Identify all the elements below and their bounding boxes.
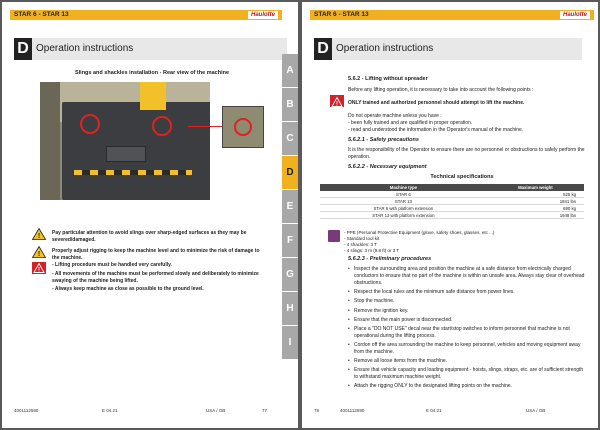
- warning-icon: !: [32, 246, 46, 258]
- shackle-highlight-right: [152, 116, 172, 136]
- procedures-list: Inspect the surrounding area and positio…: [348, 266, 588, 390]
- preliminary-procedures: 5.6.2.3 - Preliminary procedures Inspect…: [348, 256, 588, 393]
- brand-logo: Haulotte: [248, 11, 278, 19]
- section-letter: D: [14, 38, 32, 60]
- list-item: - Always keep machine as close as possib…: [52, 286, 204, 293]
- model-label: STAR 6 - STAR 13: [314, 11, 369, 18]
- svg-text:!: !: [38, 233, 40, 240]
- heading-5-6-2-3: 5.6.2.3 - Preliminary procedures: [348, 256, 432, 262]
- heading-5-6-2: 5.6.2 - Lifting without spreader: [348, 76, 428, 82]
- max-weight: 1948 lbs: [486, 211, 584, 219]
- list-item: Attach the rigging ONLY to the designate…: [348, 383, 588, 390]
- list-item: Ensure that the main power is disconnect…: [348, 317, 588, 324]
- equipment-list: - PPE (Personal Protective Equipment (gl…: [344, 230, 584, 254]
- svg-text:!: !: [336, 102, 338, 108]
- page-number: 77: [262, 408, 268, 413]
- machine-type: STAR 6 with platform extension: [320, 204, 487, 212]
- tab-f[interactable]: F: [282, 224, 298, 257]
- list-item: Respect the local rules and the minimum …: [348, 289, 588, 296]
- lifting-section: 5.6.2 - Lifting without spreader Before …: [348, 76, 588, 172]
- ppe-icon: [328, 230, 340, 242]
- lifting-rules: - Lifting procedure must be handled very…: [52, 262, 264, 295]
- list-item: - read and understood the information in…: [348, 126, 524, 133]
- section-title: Operation instructions: [32, 38, 287, 60]
- left-page: STAR 6 - STAR 13 Haulotte D Operation ins…: [2, 2, 298, 428]
- list-item: Remove all loose items from the machine.: [348, 358, 588, 365]
- list-item: Place a "DO NOT USE" decal near the star…: [348, 326, 588, 340]
- section-header: D Operation instructions: [14, 38, 287, 60]
- leader-line: [188, 126, 222, 127]
- tab-b[interactable]: B: [282, 88, 298, 121]
- list-item: - been fully trained and are qualified i…: [348, 119, 473, 126]
- list-item: Ensure that vehicle capacity and loading…: [348, 367, 588, 381]
- shackle-detail-photo: [222, 106, 264, 148]
- page-number: 78: [314, 408, 320, 413]
- tab-c[interactable]: C: [282, 122, 298, 155]
- right-page: STAR 6 - STAR 13 Haulotte D Operation ins…: [302, 2, 598, 428]
- tab-i[interactable]: I: [282, 326, 298, 359]
- heading-5-6-2-1: 5.6.2.1 - Safety precautions: [348, 136, 419, 143]
- tab-e[interactable]: E: [282, 190, 298, 223]
- alert-text: ONLY trained and authorized personnel sh…: [348, 99, 525, 106]
- doc-ref: 4001112590: [14, 408, 39, 413]
- list-item: - Lifting procedure must be handled very…: [52, 262, 172, 268]
- not-operate-text: Do not operate machine unless you have :: [348, 112, 442, 119]
- max-weight: 690 kg: [486, 204, 584, 212]
- column-header: Maximum weight: [486, 184, 584, 191]
- page-footer: 4001112590 E 04.21 USA / GB 77: [14, 408, 286, 416]
- tab-g[interactable]: G: [282, 258, 298, 291]
- edition: E 04.21: [102, 408, 118, 413]
- spec-table: Machine type Maximum weight STAR 6 525 kg…: [320, 184, 584, 219]
- machine-type: STAR 13 with platform extension: [320, 211, 487, 219]
- section-title: Operation instructions: [332, 38, 582, 60]
- list-item: Cordon off the area surrounding the mach…: [348, 342, 588, 356]
- model-label: STAR 6 - STAR 13: [14, 11, 69, 18]
- conditions-list: - been fully trained and are qualified i…: [348, 120, 588, 134]
- tab-a[interactable]: A: [282, 54, 298, 87]
- tab-d[interactable]: D: [282, 156, 298, 189]
- list-item: - 4 slings: 3 m (9.8 ft) or 3 T: [344, 248, 400, 254]
- warning-text: Properly adjust rigging to keep the mach…: [52, 248, 260, 261]
- language: USA / GB: [526, 408, 546, 413]
- warning-icon: !: [32, 228, 46, 240]
- language: USA / GB: [206, 408, 226, 413]
- column-header: Machine type: [320, 184, 487, 191]
- header-bar: STAR 6 - STAR 13 Haulotte: [310, 10, 594, 20]
- svg-text:!: !: [38, 251, 40, 258]
- machine-type: STAR 13: [320, 197, 487, 205]
- doc-ref: 4001112590: [340, 408, 365, 413]
- figure-caption: Slings and shackles installation - Rear …: [74, 70, 230, 76]
- header-bar: STAR 6 - STAR 13 Haulotte: [10, 10, 282, 20]
- section-letter: D: [314, 38, 332, 60]
- table-row: STAR 13 with platform extension 1948 lbs: [320, 211, 584, 219]
- chapter-tabs: A B C D E F G H I: [282, 54, 298, 360]
- list-item: Inspect the surrounding area and positio…: [348, 266, 588, 286]
- machine-photo: [40, 82, 210, 200]
- table-row: STAR 6 with platform extension 690 kg: [320, 204, 584, 212]
- intro-text: Before any lifting operation, it is nece…: [348, 86, 534, 93]
- danger-icon: !: [330, 95, 344, 108]
- list-item: Remove the ignition key.: [348, 308, 588, 315]
- warning-text: Pay particular attention to avoid slings…: [52, 230, 247, 243]
- list-item: Stop the machine.: [348, 298, 588, 305]
- safety-text: It is the responsibility of the Operator…: [348, 147, 585, 161]
- shackle-highlight-left: [80, 114, 100, 134]
- tab-h[interactable]: H: [282, 292, 298, 325]
- page-footer: 78 4001112590 E 04.21 USA / GB: [314, 408, 586, 416]
- section-header: D Operation instructions: [314, 38, 582, 60]
- table-row: STAR 13 1841 lbs: [320, 197, 584, 205]
- heading-5-6-2-2: 5.6.2.2 - Necessary equipment: [348, 164, 427, 171]
- edition: E 04.21: [426, 408, 442, 413]
- svg-text:!: !: [38, 268, 40, 274]
- spec-title: Technical specifications: [430, 174, 494, 180]
- max-weight: 1841 lbs: [486, 197, 584, 205]
- brand-logo: Haulotte: [560, 11, 590, 19]
- danger-icon: !: [32, 262, 46, 274]
- list-item: - All movements of the machine must be p…: [52, 270, 259, 284]
